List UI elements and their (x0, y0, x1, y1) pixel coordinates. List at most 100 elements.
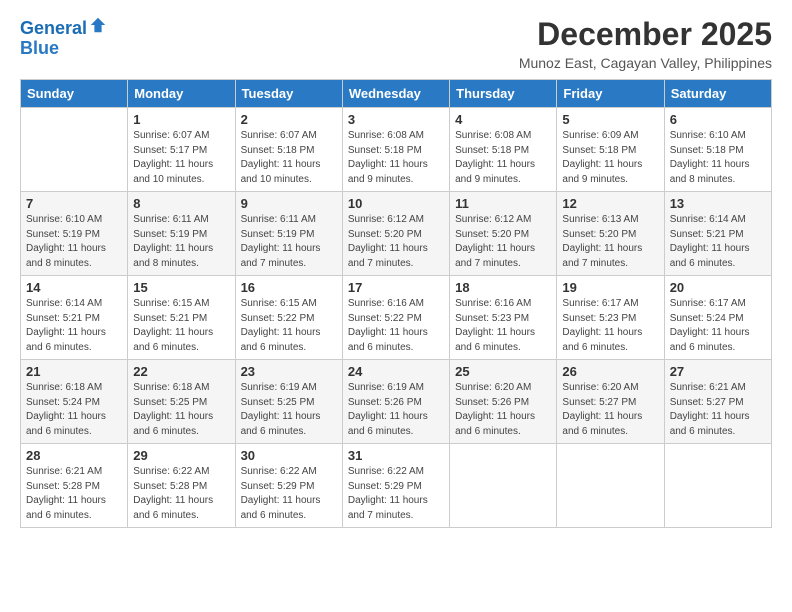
day-number: 20 (670, 280, 766, 295)
day-info: Sunrise: 6:18 AM Sunset: 5:24 PM Dayligh… (26, 381, 122, 439)
day-number: 16 (241, 280, 337, 295)
day-info: Sunrise: 6:19 AM Sunset: 5:26 PM Dayligh… (348, 381, 444, 439)
week-row-1: 7 Sunrise: 6:10 AM Sunset: 5:19 PM Daylig… (21, 192, 772, 276)
day-cell: 20Sunrise: 6:17 AM Sunset: 5:24 PM Dayli… (664, 276, 771, 360)
day-cell: 24 Sunrise: 6:19 AM Sunset: 5:26 PM Dayli… (342, 360, 449, 444)
day-info: Sunrise: 6:14 AM Sunset: 5:21 PM Dayligh… (26, 297, 122, 355)
day-cell: 18Sunrise: 6:16 AM Sunset: 5:23 PM Dayli… (450, 276, 557, 360)
day-info: Sunrise: 6:09 AM Sunset: 5:18 PM Dayligh… (562, 129, 658, 187)
day-info: Sunrise: 6:12 AM Sunset: 5:20 PM Dayligh… (455, 213, 551, 271)
header-tuesday: Tuesday (235, 80, 342, 108)
day-info: Sunrise: 6:22 AM Sunset: 5:28 PM Dayligh… (133, 465, 229, 523)
day-info: Sunrise: 6:07 AM Sunset: 5:17 PM Dayligh… (133, 129, 229, 187)
day-cell: 27 Sunrise: 6:21 AM Sunset: 5:27 PM Dayli… (664, 360, 771, 444)
header-saturday: Saturday (664, 80, 771, 108)
day-number: 13 (670, 196, 766, 211)
day-number: 9 (241, 196, 337, 211)
header-monday: Monday (128, 80, 235, 108)
day-info: Sunrise: 6:20 AM Sunset: 5:26 PM Dayligh… (455, 381, 551, 439)
day-number: 22 (133, 364, 229, 379)
header-wednesday: Wednesday (342, 80, 449, 108)
day-number: 27 (670, 364, 766, 379)
day-cell: 30 Sunrise: 6:22 AM Sunset: 5:29 PM Dayli… (235, 444, 342, 528)
day-info: Sunrise: 6:18 AM Sunset: 5:25 PM Dayligh… (133, 381, 229, 439)
day-number: 18 (455, 280, 551, 295)
day-cell: 7 Sunrise: 6:10 AM Sunset: 5:19 PM Daylig… (21, 192, 128, 276)
day-number: 2 (241, 112, 337, 127)
day-number: 5 (562, 112, 658, 127)
day-info: Sunrise: 6:11 AM Sunset: 5:19 PM Dayligh… (241, 213, 337, 271)
day-info: Sunrise: 6:14 AM Sunset: 5:21 PM Dayligh… (670, 213, 766, 271)
day-number: 10 (348, 196, 444, 211)
logo-text: General Blue (20, 16, 107, 59)
day-info: Sunrise: 6:22 AM Sunset: 5:29 PM Dayligh… (348, 465, 444, 523)
day-info: Sunrise: 6:13 AM Sunset: 5:20 PM Dayligh… (562, 213, 658, 271)
logo: General Blue (20, 16, 107, 59)
day-info: Sunrise: 6:10 AM Sunset: 5:19 PM Dayligh… (26, 213, 122, 271)
day-cell: 22 Sunrise: 6:18 AM Sunset: 5:25 PM Dayli… (128, 360, 235, 444)
day-cell (450, 444, 557, 528)
day-cell (664, 444, 771, 528)
logo-icon (89, 16, 107, 34)
week-row-0: 1 Sunrise: 6:07 AM Sunset: 5:17 PM Daylig… (21, 108, 772, 192)
title-block: December 2025 Munoz East, Cagayan Valley… (519, 16, 772, 71)
day-cell: 13 Sunrise: 6:14 AM Sunset: 5:21 PM Dayli… (664, 192, 771, 276)
day-number: 7 (26, 196, 122, 211)
day-cell: 29Sunrise: 6:22 AM Sunset: 5:28 PM Dayli… (128, 444, 235, 528)
day-info: Sunrise: 6:22 AM Sunset: 5:29 PM Dayligh… (241, 465, 337, 523)
day-info: Sunrise: 6:11 AM Sunset: 5:19 PM Dayligh… (133, 213, 229, 271)
day-info: Sunrise: 6:10 AM Sunset: 5:18 PM Dayligh… (670, 129, 766, 187)
day-cell: 1 Sunrise: 6:07 AM Sunset: 5:17 PM Daylig… (128, 108, 235, 192)
day-cell: 9 Sunrise: 6:11 AM Sunset: 5:19 PM Daylig… (235, 192, 342, 276)
day-number: 21 (26, 364, 122, 379)
day-cell: 10Sunrise: 6:12 AM Sunset: 5:20 PM Dayli… (342, 192, 449, 276)
day-cell: 28 Sunrise: 6:21 AM Sunset: 5:28 PM Dayli… (21, 444, 128, 528)
week-row-4: 28 Sunrise: 6:21 AM Sunset: 5:28 PM Dayli… (21, 444, 772, 528)
day-number: 25 (455, 364, 551, 379)
week-row-2: 14 Sunrise: 6:14 AM Sunset: 5:21 PM Dayli… (21, 276, 772, 360)
day-info: Sunrise: 6:16 AM Sunset: 5:22 PM Dayligh… (348, 297, 444, 355)
day-cell: 2 Sunrise: 6:07 AM Sunset: 5:18 PM Daylig… (235, 108, 342, 192)
location: Munoz East, Cagayan Valley, Philippines (519, 55, 772, 71)
day-info: Sunrise: 6:07 AM Sunset: 5:18 PM Dayligh… (241, 129, 337, 187)
header-thursday: Thursday (450, 80, 557, 108)
calendar-table: SundayMondayTuesdayWednesdayThursdayFrid… (20, 79, 772, 528)
day-cell: 3 Sunrise: 6:08 AM Sunset: 5:18 PM Daylig… (342, 108, 449, 192)
day-info: Sunrise: 6:21 AM Sunset: 5:27 PM Dayligh… (670, 381, 766, 439)
header-friday: Friday (557, 80, 664, 108)
day-number: 8 (133, 196, 229, 211)
page-header: General Blue December 2025 Munoz East, C… (20, 16, 772, 71)
day-number: 30 (241, 448, 337, 463)
day-info: Sunrise: 6:21 AM Sunset: 5:28 PM Dayligh… (26, 465, 122, 523)
day-number: 24 (348, 364, 444, 379)
day-number: 3 (348, 112, 444, 127)
day-info: Sunrise: 6:19 AM Sunset: 5:25 PM Dayligh… (241, 381, 337, 439)
day-number: 12 (562, 196, 658, 211)
day-cell (21, 108, 128, 192)
day-number: 28 (26, 448, 122, 463)
day-cell: 5 Sunrise: 6:09 AM Sunset: 5:18 PM Daylig… (557, 108, 664, 192)
month-title: December 2025 (519, 16, 772, 53)
day-cell (557, 444, 664, 528)
day-info: Sunrise: 6:08 AM Sunset: 5:18 PM Dayligh… (348, 129, 444, 187)
day-info: Sunrise: 6:08 AM Sunset: 5:18 PM Dayligh… (455, 129, 551, 187)
day-info: Sunrise: 6:15 AM Sunset: 5:22 PM Dayligh… (241, 297, 337, 355)
day-cell: 19Sunrise: 6:17 AM Sunset: 5:23 PM Dayli… (557, 276, 664, 360)
header-sunday: Sunday (21, 80, 128, 108)
calendar-header-row: SundayMondayTuesdayWednesdayThursdayFrid… (21, 80, 772, 108)
day-info: Sunrise: 6:15 AM Sunset: 5:21 PM Dayligh… (133, 297, 229, 355)
day-number: 1 (133, 112, 229, 127)
day-cell: 6Sunrise: 6:10 AM Sunset: 5:18 PM Daylig… (664, 108, 771, 192)
day-cell: 26Sunrise: 6:20 AM Sunset: 5:27 PM Dayli… (557, 360, 664, 444)
day-cell: 11Sunrise: 6:12 AM Sunset: 5:20 PM Dayli… (450, 192, 557, 276)
day-number: 15 (133, 280, 229, 295)
day-cell: 25 Sunrise: 6:20 AM Sunset: 5:26 PM Dayli… (450, 360, 557, 444)
week-row-3: 21 Sunrise: 6:18 AM Sunset: 5:24 PM Dayli… (21, 360, 772, 444)
logo-line2: Blue (20, 38, 59, 58)
day-number: 14 (26, 280, 122, 295)
day-cell: 4 Sunrise: 6:08 AM Sunset: 5:18 PM Daylig… (450, 108, 557, 192)
day-number: 31 (348, 448, 444, 463)
day-cell: 23Sunrise: 6:19 AM Sunset: 5:25 PM Dayli… (235, 360, 342, 444)
day-info: Sunrise: 6:17 AM Sunset: 5:23 PM Dayligh… (562, 297, 658, 355)
day-number: 4 (455, 112, 551, 127)
